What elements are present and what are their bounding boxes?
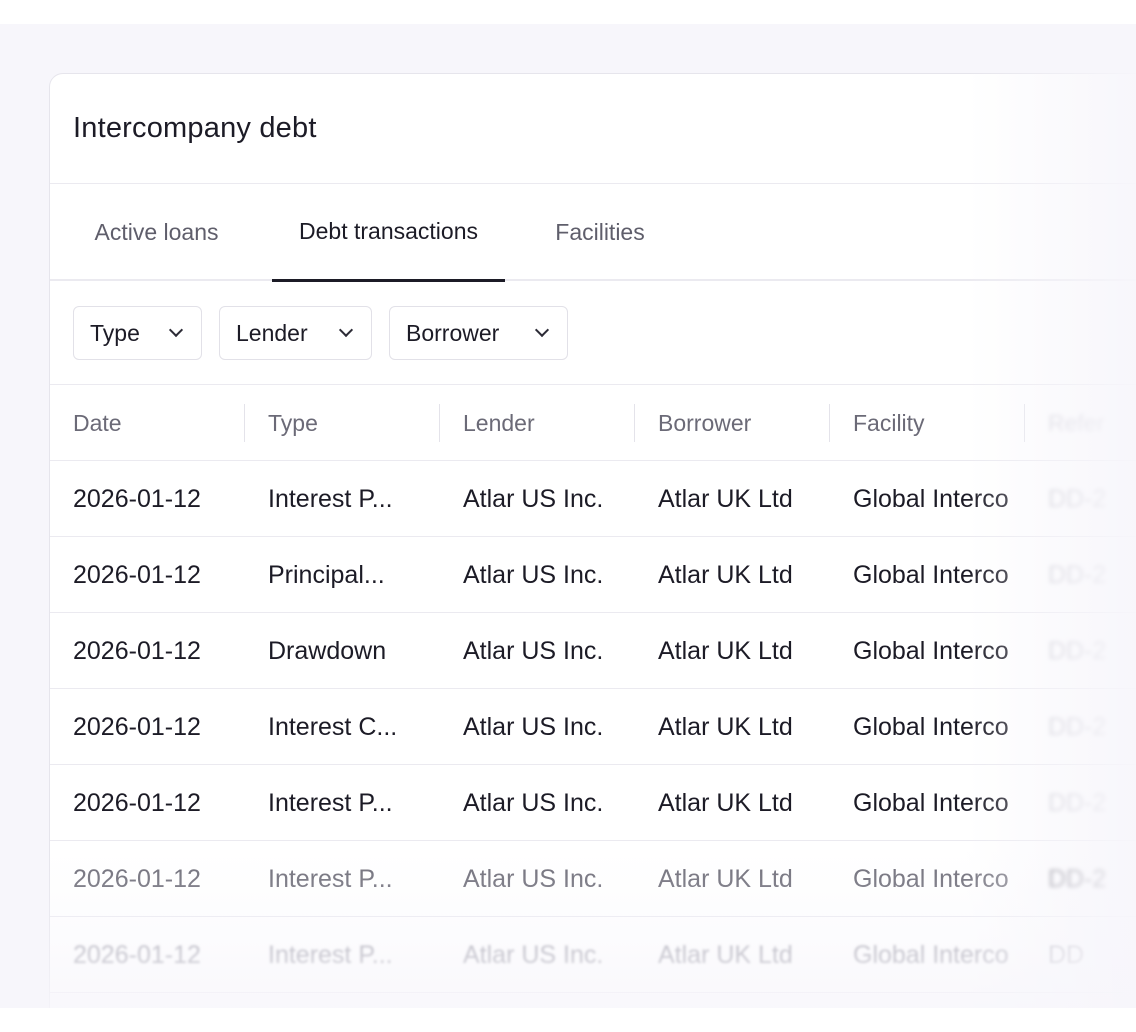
table-row[interactable]: 2026-01-12 Interest C... Atlar US Inc. A…	[50, 689, 1136, 765]
tab-active-loans[interactable]: Active loans	[73, 184, 240, 281]
column-header-borrower[interactable]: Borrower	[658, 385, 751, 461]
table-header: Date Type Lender Borrower Facility Refer	[50, 385, 1136, 461]
cell-borrower: Atlar UK Ltd	[658, 940, 793, 969]
cell-reference: DD-2	[1048, 712, 1107, 741]
column-header-date[interactable]: Date	[73, 385, 122, 461]
cell-lender: Atlar US Inc.	[463, 864, 604, 893]
column-header-lender[interactable]: Lender	[463, 385, 535, 461]
column-divider[interactable]	[439, 404, 440, 442]
column-header-facility[interactable]: Facility	[853, 385, 925, 461]
cell-borrower: Atlar UK Ltd	[658, 712, 793, 741]
cell-lender: Atlar US Inc.	[463, 940, 604, 969]
lender-filter-dropdown[interactable]: Lender	[219, 306, 372, 360]
cell-date: 2026-01-12	[73, 712, 201, 741]
cell-type: Interest P...	[268, 788, 393, 817]
cell-facility: Global Interco	[853, 712, 1009, 741]
chevron-down-icon	[168, 322, 184, 338]
cell-type: Interest P...	[268, 484, 393, 513]
cell-facility: Global Interco	[853, 940, 1009, 969]
type-filter-dropdown[interactable]: Type	[73, 306, 202, 360]
cell-reference: DD-2	[1048, 636, 1107, 665]
page-title: Intercompany debt	[73, 112, 317, 144]
cell-date: 2026-01-12	[73, 560, 201, 589]
cell-date: 2026-01-12	[73, 484, 201, 513]
cell-facility: Global Interco	[853, 788, 1009, 817]
cell-type: Interest C...	[268, 712, 398, 741]
cell-type: Interest P...	[268, 940, 393, 969]
tab-debt-transactions[interactable]: Debt transactions	[272, 184, 505, 282]
table-row[interactable]: 2026-01-12 Interest P... Atlar US Inc. A…	[50, 841, 1136, 917]
column-divider[interactable]	[244, 404, 245, 442]
page-backdrop: Intercompany debt Active loans Debt tran…	[0, 24, 1136, 1008]
column-divider[interactable]	[829, 404, 830, 442]
cell-date: 2026-01-12	[73, 940, 201, 969]
table-row[interactable]: 2026-01-12 Drawdown Atlar US Inc. Atlar …	[50, 613, 1136, 689]
filter-bar: Type Lender Borrower	[50, 281, 1136, 385]
tab-facilities[interactable]: Facilities	[536, 184, 664, 281]
cell-reference: DD-2	[1048, 560, 1107, 589]
lender-filter-label: Lender	[236, 319, 308, 346]
column-divider[interactable]	[1024, 404, 1025, 442]
cell-type: Interest P...	[268, 864, 393, 893]
cell-type: Drawdown	[268, 636, 387, 665]
cell-borrower: Atlar UK Ltd	[658, 864, 793, 893]
cell-lender: Atlar US Inc.	[463, 788, 604, 817]
type-filter-label: Type	[90, 319, 140, 346]
column-header-type[interactable]: Type	[268, 385, 318, 461]
cell-lender: Atlar US Inc.	[463, 484, 604, 513]
borrower-filter-label: Borrower	[406, 319, 500, 346]
table-row[interactable]: 2026-01-12 Interest P... Atlar US Inc. A…	[50, 917, 1136, 993]
cell-reference: DD	[1048, 940, 1085, 969]
chevron-down-icon	[338, 322, 354, 338]
cell-borrower: Atlar UK Ltd	[658, 560, 793, 589]
transactions-table-body: 2026-01-12 Interest P... Atlar US Inc. A…	[50, 461, 1136, 993]
cell-lender: Atlar US Inc.	[463, 712, 604, 741]
tab-bar: Active loans Debt transactions Facilitie…	[50, 184, 1136, 282]
intercompany-debt-card: Intercompany debt Active loans Debt tran…	[49, 73, 1136, 1008]
cell-date: 2026-01-12	[73, 864, 201, 893]
cell-borrower: Atlar UK Ltd	[658, 636, 793, 665]
cell-reference: DD-2	[1048, 484, 1107, 513]
cell-reference: DD-2	[1048, 864, 1107, 893]
card-header: Intercompany debt	[50, 74, 1136, 184]
cell-lender: Atlar US Inc.	[463, 636, 604, 665]
cell-facility: Global Interco	[853, 560, 1009, 589]
table-row[interactable]: 2026-01-12 Principal... Atlar US Inc. At…	[50, 537, 1136, 613]
cell-facility: Global Interco	[853, 636, 1009, 665]
cell-date: 2026-01-12	[73, 788, 201, 817]
cell-date: 2026-01-12	[73, 636, 201, 665]
cell-reference: DD-2	[1048, 788, 1107, 817]
cell-borrower: Atlar UK Ltd	[658, 484, 793, 513]
table-row[interactable]: 2026-01-12 Interest P... Atlar US Inc. A…	[50, 461, 1136, 537]
cell-facility: Global Interco	[853, 484, 1009, 513]
column-divider[interactable]	[634, 404, 635, 442]
cell-type: Principal...	[268, 560, 385, 589]
cell-facility: Global Interco	[853, 864, 1009, 893]
table-row[interactable]: 2026-01-12 Interest P... Atlar US Inc. A…	[50, 765, 1136, 841]
cell-lender: Atlar US Inc.	[463, 560, 604, 589]
column-header-reference[interactable]: Refer	[1048, 385, 1104, 461]
borrower-filter-dropdown[interactable]: Borrower	[389, 306, 568, 360]
chevron-down-icon	[534, 322, 550, 338]
cell-borrower: Atlar UK Ltd	[658, 788, 793, 817]
